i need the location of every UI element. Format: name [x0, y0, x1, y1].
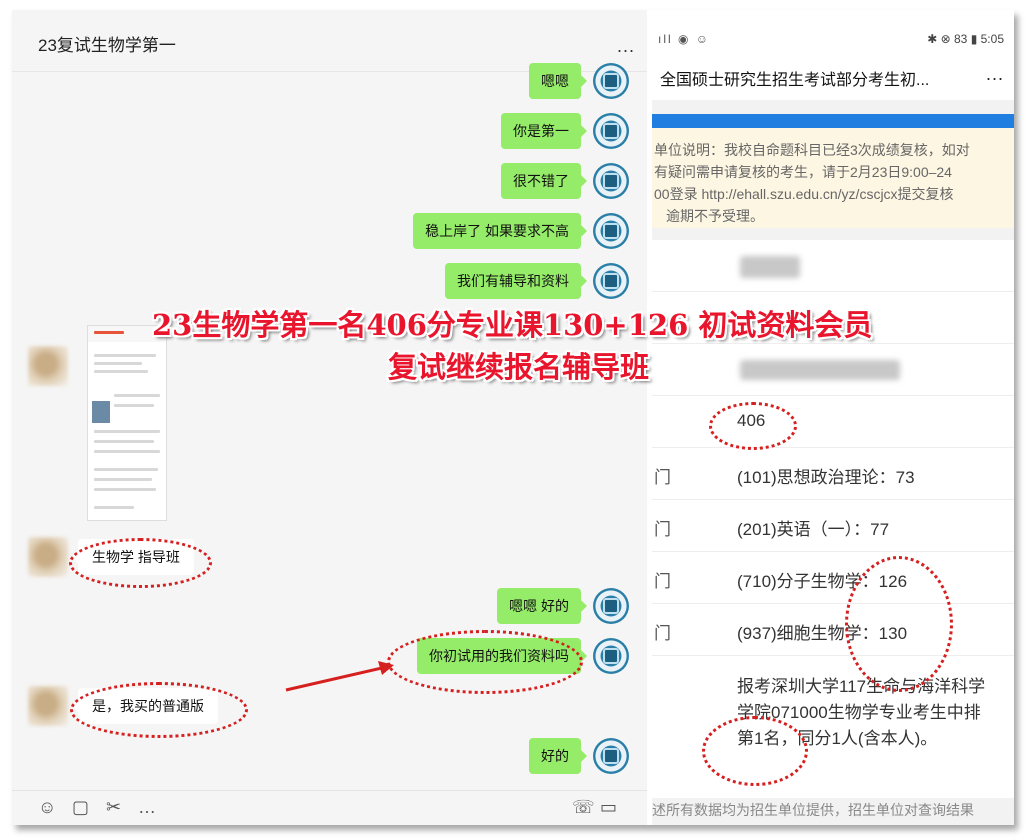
- signal-icons: ıll ◉ ☺: [658, 32, 711, 46]
- folder-icon[interactable]: ▢: [72, 797, 89, 818]
- notice-line: 00登录 http://ehall.szu.edu.cn/yz/cscjcx提交…: [654, 186, 954, 202]
- subject-label: 门: [654, 520, 671, 539]
- status-bar: ıll ◉ ☺ ✱ ⊗ 83 ▮ 5:05: [652, 24, 1014, 54]
- scissors-icon[interactable]: ✂: [106, 797, 121, 818]
- subject-row: 门 (201)英语（一）：77: [652, 500, 1014, 552]
- sent-message: 好的: [529, 738, 587, 774]
- highlight-ellipse: [387, 630, 583, 694]
- screenshot-frame: 23复试生物学第一 ... 嗯嗯 你是第一 很不错了 稳上岸了 如果要求不高 我…: [12, 10, 1014, 825]
- subject-label: 门: [654, 468, 671, 487]
- notice-box: 单位说明：我校自命题科目已经3次成绩复核，如对 有疑问需申请复核的考生，请于2月…: [652, 128, 1014, 228]
- avatar[interactable]: [593, 588, 629, 624]
- notice-line: 有疑问需申请复核的考生，请于2月23日9:00–24: [654, 164, 952, 180]
- avatar[interactable]: [593, 738, 629, 774]
- chat-history-icon[interactable]: …: [138, 797, 156, 818]
- avatar[interactable]: [28, 537, 68, 577]
- page-title: 全国硕士研究生招生考试部分考生初...: [660, 72, 930, 89]
- sent-message: 你是第一: [501, 113, 587, 149]
- avatar[interactable]: [593, 163, 629, 199]
- status-right: ✱ ⊗ 83 ▮ 5:05: [927, 32, 1004, 46]
- sent-message: 稳上岸了 如果要求不高: [413, 213, 587, 249]
- sent-message: 嗯嗯 好的: [497, 588, 587, 624]
- blue-banner: [652, 114, 1014, 128]
- blurred-name: [740, 256, 800, 278]
- blurred-id: [740, 360, 900, 380]
- exam-number-row: [652, 344, 1014, 396]
- chat-toolbar: ☺ ▢ ✂ … ☏ ▭: [12, 790, 647, 825]
- avatar[interactable]: [593, 63, 629, 99]
- red-arrow-icon: [285, 661, 394, 692]
- total-score-row: 406: [652, 396, 1014, 448]
- headline-line-1: 23生物学第一名406分专业课130+126 初试资料会员: [152, 308, 873, 342]
- subject-row: 门 (710)分子生物学：126: [652, 552, 1014, 604]
- highlight-ellipse: [845, 556, 953, 692]
- notice-line: 逾期不予受理。: [666, 208, 764, 224]
- page-titlebar: 全国硕士研究生招生考试部分考生初... ...: [652, 54, 1014, 100]
- avatar[interactable]: [593, 263, 629, 299]
- subject-label: 门: [654, 624, 671, 643]
- avatar[interactable]: [593, 213, 629, 249]
- phone-screenshot: ıll ◉ ☺ ✱ ⊗ 83 ▮ 5:05 全国硕士研究生招生考试部分考生初..…: [652, 24, 1014, 825]
- headline-line-2: 复试继续报名辅导班: [388, 350, 650, 384]
- footer-note: 述所有数据均为招生单位提供，招生单位对查询结果: [652, 798, 1014, 825]
- avatar[interactable]: [593, 113, 629, 149]
- video-call-icon[interactable]: ▭: [600, 797, 617, 818]
- avatar[interactable]: [28, 686, 68, 726]
- subject-label: 门: [654, 572, 671, 591]
- subject-row: 门 (937)细胞生物学：130: [652, 604, 1014, 656]
- sent-message: 嗯嗯: [529, 63, 587, 99]
- avatar[interactable]: [28, 346, 68, 386]
- subject-score: (101)思想政治理论：73: [737, 468, 915, 487]
- avatar[interactable]: [593, 638, 629, 674]
- emoji-icon[interactable]: ☺: [38, 797, 56, 818]
- more-options-button[interactable]: ...: [617, 36, 635, 57]
- chat-title: 23复试生物学第一: [38, 36, 176, 55]
- highlight-ellipse: [70, 682, 248, 738]
- sent-message: 很不错了: [501, 163, 587, 199]
- shared-screenshot-image[interactable]: [87, 325, 167, 521]
- highlight-ellipse: [709, 402, 797, 450]
- name-row: [652, 240, 1014, 292]
- sent-message: 我们有辅导和资料: [445, 263, 587, 299]
- page-more-button[interactable]: ...: [986, 64, 1004, 85]
- rank-text: 报考深圳大学117生命与海洋科学: [737, 677, 986, 696]
- subject-score: (201)英语（一）：77: [737, 520, 890, 539]
- phone-icon[interactable]: ☏: [572, 797, 595, 818]
- highlight-ellipse: [69, 538, 212, 588]
- notice-line: 单位说明：我校自命题科目已经3次成绩复核，如对: [654, 142, 970, 158]
- highlight-ellipse: [702, 716, 808, 786]
- subject-row: 门 (101)思想政治理论：73: [652, 448, 1014, 500]
